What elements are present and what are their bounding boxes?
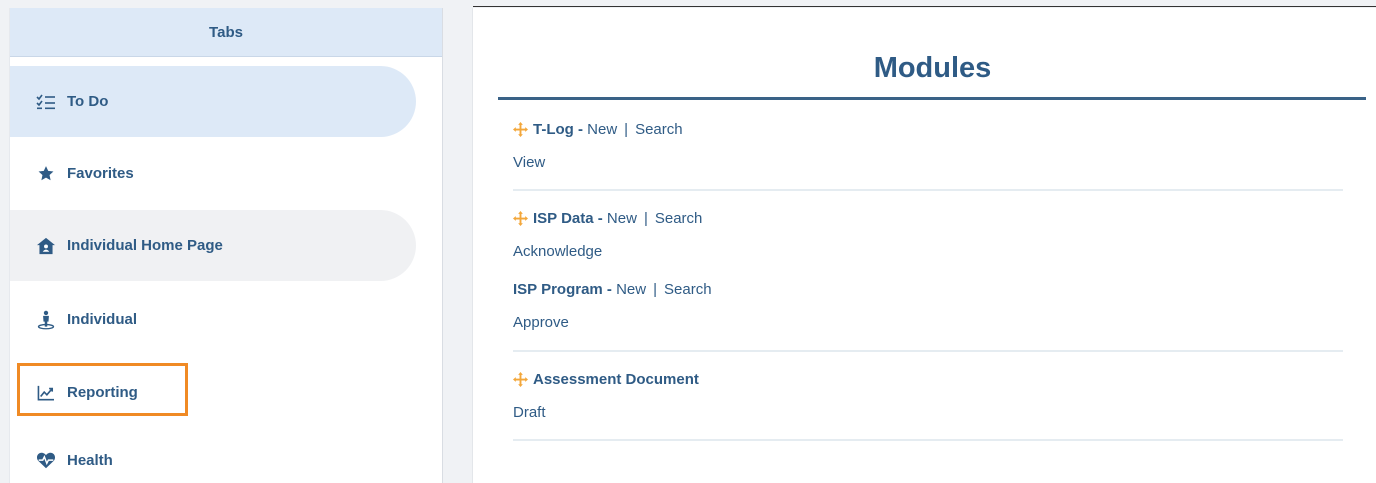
module-divider: [513, 439, 1343, 441]
isp-program-approve-link[interactable]: Approve: [513, 314, 569, 331]
assessment-row: Assessment Document: [513, 371, 699, 388]
tab-reporting-label: Reporting: [67, 384, 138, 401]
isp-data-module-name: ISP Data -: [533, 210, 603, 227]
chart-line-icon: [35, 384, 57, 402]
tabs-header: Tabs: [10, 8, 442, 57]
tab-individual-home-page[interactable]: Individual Home Page: [10, 210, 416, 281]
separator: |: [653, 281, 658, 298]
tlog-search-link[interactable]: Search: [635, 121, 683, 138]
tab-favorites[interactable]: Favorites: [10, 138, 416, 209]
isp-program-new-link[interactable]: New: [616, 281, 646, 298]
tab-individual[interactable]: Individual: [10, 284, 416, 355]
app-frame: Tabs To Do Favorites Individual Home Pag…: [0, 0, 1376, 483]
separator: |: [643, 210, 648, 227]
assessment-module-name[interactable]: Assessment Document: [533, 371, 699, 388]
tab-to-do[interactable]: To Do: [10, 66, 416, 137]
isp-data-search-link[interactable]: Search: [655, 210, 703, 227]
person-icon: [35, 310, 57, 329]
tab-reporting[interactable]: Reporting: [10, 357, 416, 428]
home-icon: [35, 237, 57, 255]
move-icon[interactable]: [513, 372, 528, 387]
isp-program-search-link[interactable]: Search: [664, 281, 712, 298]
move-icon[interactable]: [513, 122, 528, 137]
modules-panel: Modules T-Log - New | Search View ISP Da…: [472, 8, 1376, 483]
move-icon[interactable]: [513, 211, 528, 226]
tab-individual-home-page-label: Individual Home Page: [67, 237, 223, 254]
isp-program-approve-row: Approve: [513, 314, 569, 331]
isp-data-acknowledge-link[interactable]: Acknowledge: [513, 243, 602, 260]
isp-data-acknowledge-row: Acknowledge: [513, 243, 602, 260]
module-divider: [513, 350, 1343, 352]
tab-favorites-label: Favorites: [67, 165, 134, 182]
modules-title-rule: [498, 97, 1366, 100]
isp-program-row: ISP Program - New | Search: [513, 281, 712, 298]
tab-health[interactable]: Health: [10, 430, 416, 483]
tlog-view-link[interactable]: View: [513, 154, 545, 171]
isp-program-module-name: ISP Program -: [513, 281, 612, 298]
assessment-draft-row: Draft: [513, 404, 546, 421]
top-border-line: [473, 6, 1376, 7]
tlog-row: T-Log - New | Search: [513, 121, 683, 138]
isp-data-row: ISP Data - New | Search: [513, 210, 702, 227]
isp-data-new-link[interactable]: New: [607, 210, 637, 227]
tlog-new-link[interactable]: New: [587, 121, 617, 138]
separator: |: [624, 121, 629, 138]
tlog-module-name: T-Log -: [533, 121, 583, 138]
star-icon: [35, 165, 57, 183]
tab-health-label: Health: [67, 451, 113, 469]
tab-to-do-label: To Do: [67, 93, 109, 110]
modules-title: Modules: [873, 52, 992, 84]
tab-individual-label: Individual: [67, 311, 138, 328]
module-divider: [513, 189, 1343, 191]
tabs-panel: Tabs To Do Favorites Individual Home Pag…: [9, 8, 443, 483]
checklist-icon: [35, 93, 57, 111]
tlog-view-row: View: [513, 154, 545, 171]
assessment-draft-link[interactable]: Draft: [513, 404, 546, 421]
heartbeat-icon: [35, 451, 57, 469]
